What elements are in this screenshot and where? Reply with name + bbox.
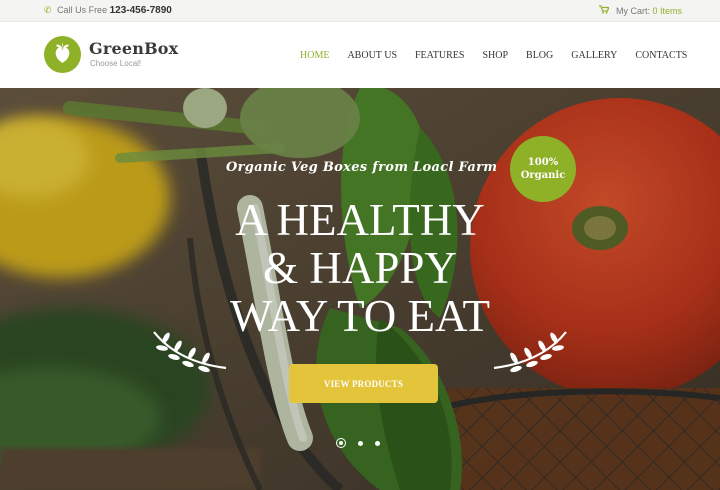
logo-tagline: Choose Local! (90, 59, 142, 68)
nav-item-shop[interactable]: SHOP (482, 50, 508, 61)
laurel-right-icon (493, 331, 567, 373)
hero-headline: A HEALTHY & HAPPY WAY TO EAT (150, 196, 570, 340)
slide-dot-3[interactable] (375, 440, 380, 446)
nav-item-blog[interactable]: BLOG (526, 50, 553, 61)
headline-line-2: & HAPPY (263, 243, 457, 293)
cart-label: My Cart: (615, 6, 650, 16)
nav-item-features[interactable]: FEATURES (415, 50, 464, 61)
badge-label: Organic (520, 170, 566, 181)
nav-item-gallery[interactable]: GALLERY (571, 50, 617, 61)
hero-slider: Organic Veg Boxes from Loacl Farm 100% O… (0, 88, 720, 490)
laurel-left-icon (153, 331, 227, 373)
headline-line-1: A HEALTHY (235, 195, 485, 245)
logo-icon[interactable] (44, 36, 81, 73)
phone-icon: ✆ (44, 5, 52, 15)
slide-dot-2[interactable] (358, 440, 363, 446)
badge-percent: 100% (527, 157, 559, 168)
phone-prefix: Call Us Free (57, 5, 108, 15)
phone-info: ✆ Call Us Free 123-456-7890 (44, 5, 172, 16)
main-nav: HOME ABOUT US FEATURES SHOP BLOG GALLERY… (300, 50, 705, 61)
cart-link[interactable]: My Cart: 0 Items (599, 5, 682, 16)
slide-dot-1[interactable] (336, 438, 346, 448)
hero-subtitle: Organic Veg Boxes from Loacl Farm (226, 160, 498, 175)
logo-name[interactable]: GreenBox (89, 39, 178, 58)
cart-items-count[interactable]: 0 Items (652, 6, 682, 16)
cart-icon (599, 5, 612, 16)
nav-item-about-us[interactable]: ABOUT US (347, 50, 397, 61)
view-products-button[interactable]: VIEW PRODUCTS (289, 364, 438, 403)
top-bar: ✆ Call Us Free 123-456-7890 My Cart: 0 I… (0, 0, 720, 22)
organic-badge: 100% Organic (510, 136, 576, 202)
nav-item-contacts[interactable]: CONTACTS (635, 50, 687, 61)
site-header: GreenBox Choose Local! HOME ABOUT US FEA… (0, 22, 720, 88)
phone-number[interactable]: 123-456-7890 (110, 5, 172, 16)
nav-item-home[interactable]: HOME (300, 50, 329, 61)
slider-pagination (336, 438, 392, 448)
